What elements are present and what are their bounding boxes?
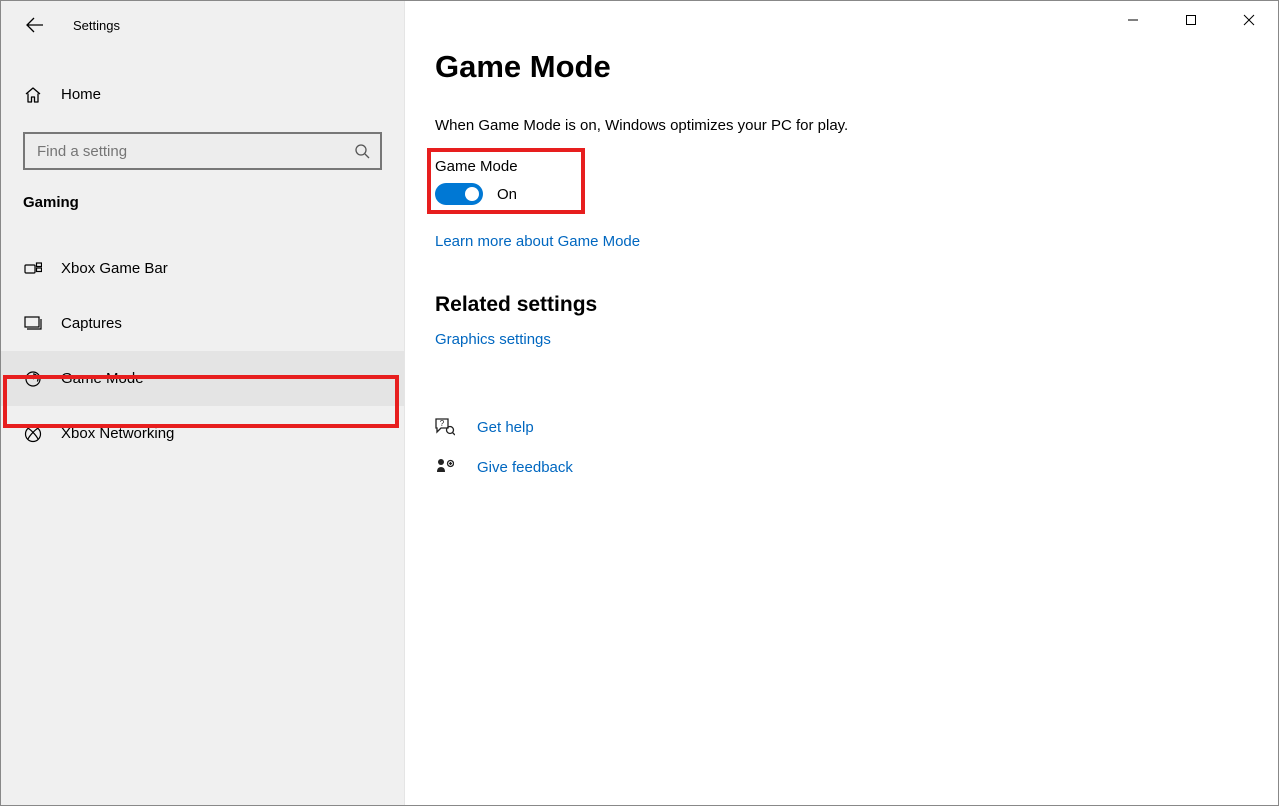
toggle-label: Game Mode <box>435 158 585 175</box>
nav-item-label: Xbox Networking <box>61 425 174 442</box>
game-mode-toggle[interactable] <box>435 183 483 205</box>
titlebar: Settings <box>1 1 404 49</box>
back-button[interactable] <box>21 11 49 39</box>
graphics-settings-link[interactable]: Graphics settings <box>435 331 551 348</box>
related-settings-heading: Related settings <box>435 293 1248 317</box>
nav-item-label: Xbox Game Bar <box>61 260 168 277</box>
maximize-button[interactable] <box>1162 1 1220 39</box>
gamemode-icon <box>23 370 43 388</box>
help-icon: ? <box>435 418 455 436</box>
toggle-knob <box>465 187 479 201</box>
gamebar-icon <box>23 262 43 276</box>
give-feedback-link[interactable]: Give feedback <box>477 459 573 476</box>
nav-home[interactable]: Home <box>1 67 404 122</box>
nav-item-captures[interactable]: Captures <box>1 296 404 351</box>
page-title: Game Mode <box>435 49 1248 85</box>
sidebar: Settings Home Gaming Xbox Game Bar <box>1 1 405 805</box>
close-button[interactable] <box>1220 1 1278 39</box>
page-description: When Game Mode is on, Windows optimizes … <box>435 117 1248 134</box>
category-heading: Gaming <box>1 180 404 221</box>
nav-item-xbox-game-bar[interactable]: Xbox Game Bar <box>1 241 404 296</box>
main-content: Game Mode When Game Mode is on, Windows … <box>405 1 1278 805</box>
svg-text:?: ? <box>440 419 445 428</box>
search-field[interactable] <box>35 142 354 161</box>
nav-item-label: Game Mode <box>61 370 144 387</box>
learn-more-link[interactable]: Learn more about Game Mode <box>435 233 640 250</box>
search-input[interactable] <box>23 132 382 170</box>
nav-item-label: Captures <box>61 315 122 332</box>
home-icon <box>23 86 43 104</box>
search-icon <box>354 143 370 159</box>
minimize-button[interactable] <box>1104 1 1162 39</box>
nav-item-game-mode[interactable]: Game Mode <box>1 351 404 406</box>
nav-home-label: Home <box>61 86 101 103</box>
app-title: Settings <box>73 18 120 33</box>
toggle-state: On <box>497 186 517 203</box>
nav-item-xbox-networking[interactable]: Xbox Networking <box>1 406 404 461</box>
xbox-icon <box>23 425 43 443</box>
get-help-link[interactable]: Get help <box>477 419 534 436</box>
minimize-icon <box>1127 14 1139 26</box>
game-mode-toggle-group: Game Mode On <box>435 158 585 205</box>
captures-icon <box>23 316 43 332</box>
arrow-left-icon <box>26 16 44 34</box>
maximize-icon <box>1185 14 1197 26</box>
close-icon <box>1243 14 1255 26</box>
feedback-icon <box>435 458 455 476</box>
